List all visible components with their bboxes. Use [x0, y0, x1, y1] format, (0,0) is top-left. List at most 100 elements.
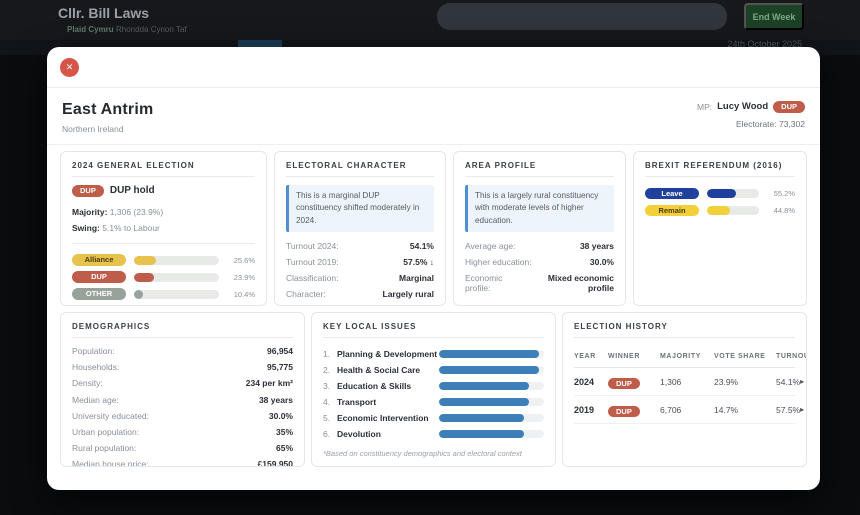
swing-label: Swing: [72, 223, 100, 233]
stat-label: Households: [72, 362, 119, 372]
issue-bar [439, 382, 544, 390]
col-year: YEAR [574, 353, 608, 360]
referendum-bar [707, 189, 759, 198]
stat-value: 38 years [580, 241, 614, 251]
chevron-right-icon: ▸ [800, 377, 807, 386]
result-row: Sinn Féin 7.5% [72, 303, 255, 307]
stat-value: Mixed economic profile [526, 273, 614, 293]
area-note: This is a largely rural constituency wit… [465, 185, 614, 232]
modal-header: East Antrim Northern Ireland MP: Lucy Wo… [47, 88, 820, 145]
stat-value: 35% [276, 427, 293, 437]
history-header-row: YEAR WINNER MAJORITY VOTE SHARE TURNOUT [574, 346, 795, 368]
issue-bar [439, 366, 544, 374]
issue-row: 5. Economic Intervention [323, 410, 544, 426]
issue-label: Economic Intervention [337, 413, 439, 423]
panel-title: KEY LOCAL ISSUES [323, 322, 544, 338]
history-turnout: 54.1% [776, 377, 800, 387]
issue-bar [439, 430, 544, 438]
stat-label: Economic profile: [465, 273, 526, 293]
top-bar-pill[interactable] [437, 3, 727, 30]
panel-brexit-referendum: BREXIT REFERENDUM (2016) Leave 55.2% Rem… [633, 151, 807, 306]
remain-badge: Remain [645, 205, 699, 217]
issue-row: 4. Transport [323, 394, 544, 410]
winner-badge: DUP [608, 406, 640, 418]
mp-name: Lucy Wood [717, 101, 768, 112]
col-turnout: TURNOUT [776, 353, 807, 360]
issue-label: Planning & Development [337, 349, 439, 359]
stat-value: 95,775 [267, 362, 293, 372]
panel-title: BREXIT REFERENDUM (2016) [645, 161, 795, 177]
region-label: Northern Ireland [62, 124, 153, 134]
col-vote-share: VOTE SHARE [714, 353, 776, 360]
stat-label: Urban population: [72, 427, 139, 437]
history-vote-share: 14.7% [714, 405, 776, 415]
result-label: DUP hold [110, 185, 155, 196]
party-badge: DUP [72, 271, 126, 283]
issue-rank: 3. [323, 381, 337, 391]
history-year: 2019 [574, 405, 608, 415]
winner-badge: DUP [608, 378, 640, 390]
panel-title: ELECTORAL CHARACTER [286, 161, 434, 177]
issues-footnote: *Based on constituency demographics and … [323, 449, 544, 458]
panel-title: 2024 GENERAL ELECTION [72, 161, 255, 177]
stat-label: Rural population: [72, 443, 136, 453]
character-note: This is a marginal DUP constituency shif… [286, 185, 434, 232]
player-party: Plaid Cymru [67, 25, 114, 34]
stat-value: Marginal [399, 273, 434, 283]
panel-electoral-character: ELECTORAL CHARACTER This is a marginal D… [274, 151, 446, 306]
chevron-right-icon: ▸ [800, 405, 807, 414]
referendum-share: 55.2% [767, 189, 795, 198]
close-icon[interactable]: ✕ [60, 58, 79, 77]
vote-bar [134, 256, 219, 265]
stat-value: 96,954 [267, 346, 293, 356]
result-row: DUP 23.9% [72, 269, 255, 286]
vote-share: 25.6% [227, 256, 255, 265]
majority-value: 1,306 (23.9%) [110, 207, 163, 217]
stat-label: Median house price: [72, 459, 149, 467]
holder-party-badge: DUP [72, 185, 104, 197]
stat-value: 30.0% [590, 257, 614, 267]
stat-value: 57.5% ↓ [403, 257, 434, 267]
issue-row: 1. Planning & Development [323, 346, 544, 362]
history-turnout: 57.5% [776, 405, 800, 415]
electorate-value: Electorate: 73,302 [697, 119, 805, 129]
history-majority: 6,706 [660, 405, 714, 415]
history-row-2024[interactable]: 2024 DUP 1,306 23.9% 54.1% ▸ [574, 368, 795, 396]
result-row: OTHER 10.4% [72, 286, 255, 303]
issue-row: 3. Education & Skills [323, 378, 544, 394]
issue-label: Transport [337, 397, 439, 407]
stat-label: Turnout 2019: [286, 257, 339, 267]
col-majority: MAJORITY [660, 353, 714, 360]
panel-title: DEMOGRAPHICS [72, 322, 293, 338]
panel-area-profile: AREA PROFILE This is a largely rural con… [453, 151, 626, 306]
stat-value: Largely rural [383, 289, 435, 299]
history-majority: 1,306 [660, 377, 714, 387]
stat-value: £159,950 [258, 459, 293, 467]
vote-share: 10.4% [227, 290, 255, 299]
issue-rank: 6. [323, 429, 337, 439]
party-badge: Sinn Féin [72, 305, 126, 306]
referendum-row: Remain 44.8% [645, 202, 795, 219]
mp-party-badge: DUP [773, 101, 805, 113]
party-badge: OTHER [72, 288, 126, 300]
stat-label: Turnout 2024: [286, 241, 339, 251]
history-row-2019[interactable]: 2019 DUP 6,706 14.7% 57.5% ▸ [574, 396, 795, 424]
stat-label: Character: [286, 289, 326, 299]
end-week-button[interactable]: End Week [744, 3, 804, 30]
panel-title: AREA PROFILE [465, 161, 614, 177]
constituency-modal: ✕ East Antrim Northern Ireland MP: Lucy … [47, 47, 820, 490]
history-vote-share: 23.9% [714, 377, 776, 387]
issue-rank: 4. [323, 397, 337, 407]
party-badge: Alliance [72, 254, 126, 266]
stat-value: 54.1% [410, 241, 434, 251]
issue-rank: 1. [323, 349, 337, 359]
panel-election-history: ELECTION HISTORY YEAR WINNER MAJORITY VO… [562, 312, 807, 467]
stat-value: 38 years [259, 395, 293, 405]
panel-key-local-issues: KEY LOCAL ISSUES 1. Planning & Developme… [311, 312, 556, 467]
vote-bar [134, 273, 219, 282]
swing-value: 5.1% to Labour [102, 223, 160, 233]
stat-label: University educated: [72, 411, 149, 421]
issue-row: 2. Health & Social Care [323, 362, 544, 378]
stat-label: Population: [72, 346, 115, 356]
stat-value: 30.0% [269, 411, 293, 421]
